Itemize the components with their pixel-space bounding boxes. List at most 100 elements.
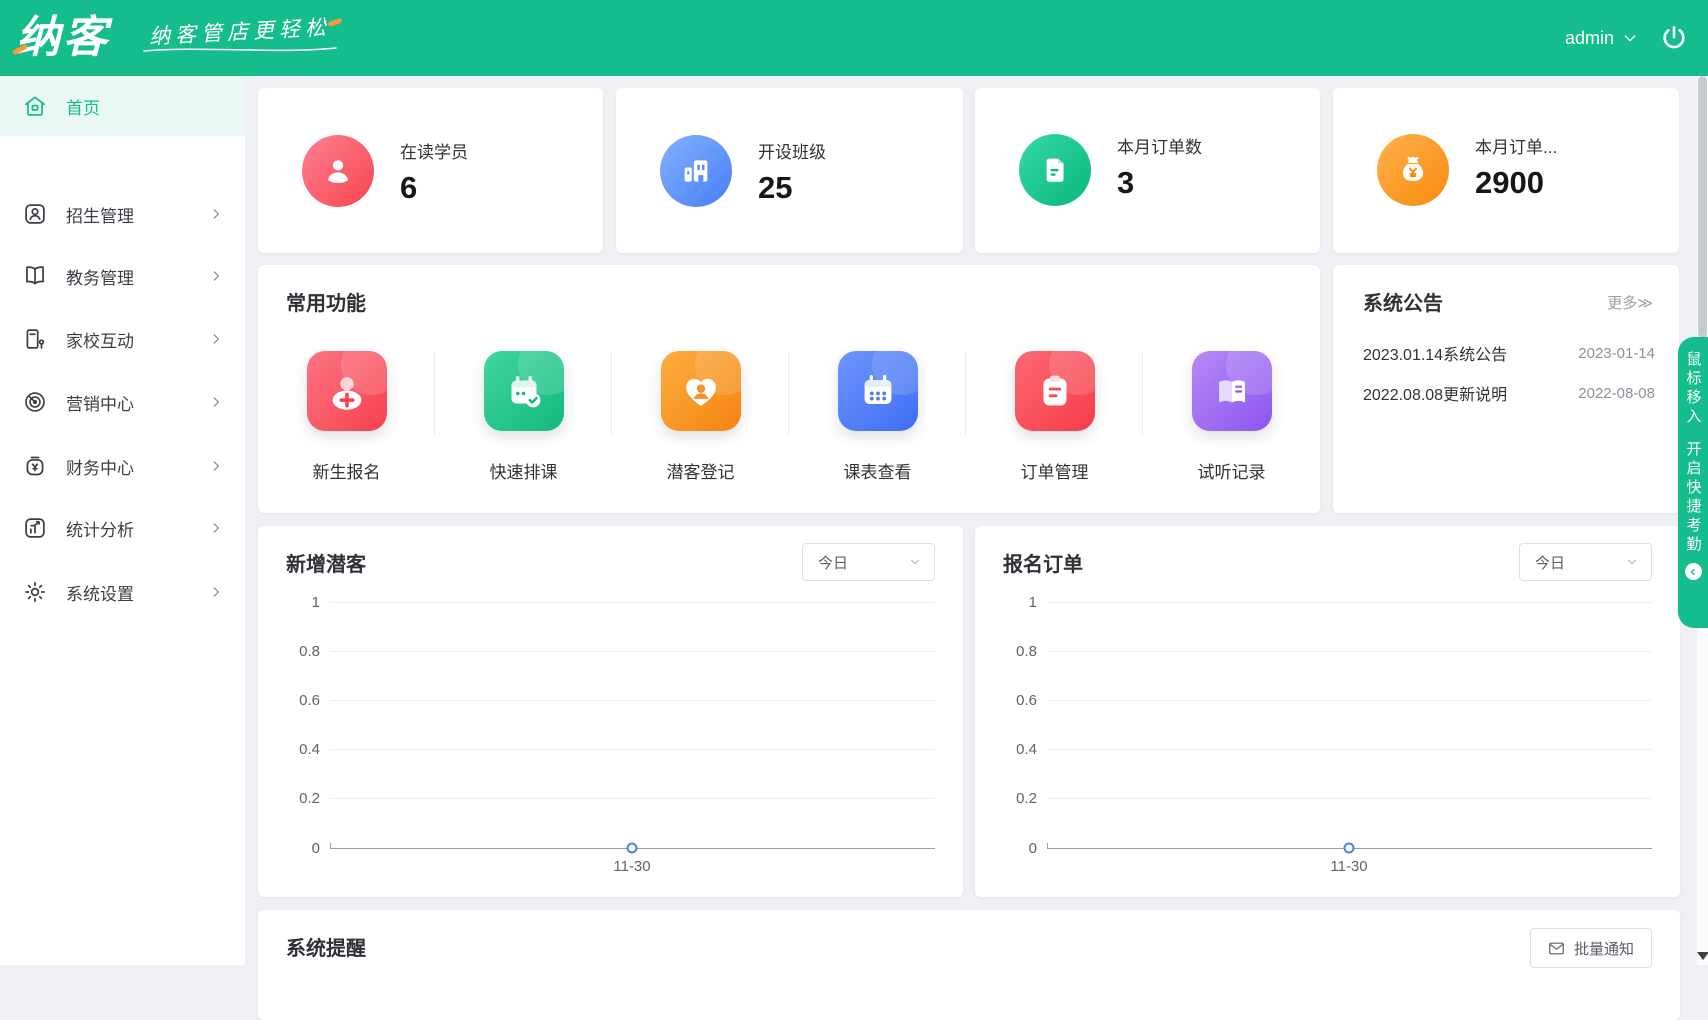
chevron-down-icon — [1624, 35, 1636, 42]
sidebar-item-label: 首页 — [66, 98, 100, 118]
username: admin — [1564, 27, 1614, 48]
chart-card-orders: 报名订单 今日 1 0.8 0.6 0.4 0.2 0 11-30 — [975, 526, 1680, 897]
announcement-item[interactable]: 2023.01.14系统公告 2023-01-14 — [1363, 341, 1655, 365]
announcement-date: 2022-08-08 — [1578, 384, 1655, 402]
chevron-right-icon — [209, 459, 223, 473]
sidebar-item-label: 教务管理 — [66, 268, 134, 288]
y-tick: 0.8 — [299, 643, 320, 660]
gridline — [330, 651, 935, 652]
stat-value: 2900 — [1475, 165, 1544, 200]
chevron-right-icon — [209, 395, 223, 409]
home-icon — [22, 93, 49, 120]
y-tick: 0.6 — [1016, 692, 1037, 709]
sidebar-item-marketing[interactable]: 营销中心 — [0, 374, 245, 430]
money-bag-icon — [1377, 134, 1449, 206]
sidebar-item-statistics[interactable]: 统计分析 — [0, 500, 245, 556]
sidebar-item-home[interactable]: 首页 — [0, 76, 245, 136]
y-tick: 1 — [311, 594, 320, 611]
batch-notify-label: 批量通知 — [1573, 940, 1634, 958]
y-tick: 0.2 — [1016, 790, 1037, 807]
building-icon — [660, 134, 732, 207]
line-chart: 1 0.8 0.6 0.4 0.2 0 11-30 — [258, 526, 963, 897]
sidebar-item-academics[interactable]: 教务管理 — [0, 248, 245, 304]
y-tick: 0.8 — [1016, 643, 1037, 660]
chevron-left-circle-icon[interactable] — [1684, 563, 1702, 580]
func-item-quick-schedule[interactable]: 快速排课 — [435, 351, 612, 483]
announcement-date: 2023-01-14 — [1578, 344, 1655, 362]
sidebar-item-finance[interactable]: 财务中心 — [0, 438, 245, 494]
func-label: 试听记录 — [1197, 463, 1266, 482]
stat-card-classes: 开设班级 25 — [616, 88, 963, 253]
batch-notify-button[interactable]: 批量通知 — [1529, 928, 1652, 968]
stat-value: 6 — [400, 170, 418, 205]
chevron-right-icon — [209, 585, 223, 599]
x-tick: 11-30 — [1330, 858, 1368, 875]
line-chart: 1 0.8 0.6 0.4 0.2 0 11-30 — [975, 526, 1680, 897]
target-icon — [22, 389, 49, 416]
sidebar-item-enrollment[interactable]: 招生管理 — [0, 186, 245, 242]
stat-label: 开设班级 — [758, 143, 826, 162]
announcement-item[interactable]: 2022.08.08更新说明 2022-08-08 — [1363, 381, 1655, 405]
func-item-lead-register[interactable]: 潜客登记 — [612, 351, 789, 483]
clipboard-icon — [1014, 351, 1095, 431]
func-item-trial-record[interactable]: 试听记录 — [1143, 351, 1320, 483]
func-label: 潜客登记 — [666, 463, 735, 482]
more-link[interactable]: 更多≫ — [1607, 292, 1653, 313]
sidebar-item-home-school[interactable]: 家校互动 — [0, 311, 245, 367]
app-header: 纳客 纳客管店更轻松 admin — [0, 0, 1708, 76]
book-icon — [22, 263, 49, 290]
gridline — [330, 798, 935, 799]
power-icon — [1663, 25, 1685, 49]
quick-attendance-tab[interactable]: 鼠标移入 开启快捷考勤 — [1678, 337, 1708, 628]
data-point[interactable] — [626, 842, 638, 854]
money-pot-icon — [22, 453, 49, 480]
func-item-order-manage[interactable]: 订单管理 — [966, 351, 1143, 483]
person-card-icon — [22, 201, 49, 228]
stat-card-orders: 本月订单数 3 — [975, 88, 1320, 253]
gridline — [330, 602, 935, 603]
stat-label: 本月订单数 — [1117, 138, 1202, 157]
data-point[interactable] — [1343, 842, 1355, 854]
logo-text: 纳客 — [16, 13, 110, 62]
quick-functions-card: 常用功能 新生报名 快速排课 潜客登记 课表查看 订单管理 试听记录 — [258, 265, 1320, 513]
gridline — [1047, 602, 1652, 603]
sidebar-item-label: 招生管理 — [66, 206, 134, 226]
y-tick: 0.6 — [299, 692, 320, 709]
heart-user-icon — [660, 351, 741, 431]
reminders-card: 系统提醒 批量通知 — [258, 910, 1680, 1020]
user-menu[interactable]: admin — [1565, 28, 1638, 49]
calendar-grid-icon — [837, 351, 918, 431]
chart-card-new-leads: 新增潜客 今日 1 0.8 0.6 0.4 0.2 0 11-30 — [258, 526, 963, 897]
announcement-title: 2023.01.14系统公告 — [1363, 347, 1508, 364]
gridline — [330, 700, 935, 701]
logout-button[interactable] — [1660, 24, 1688, 52]
gridline — [330, 749, 935, 750]
stat-value: 25 — [758, 170, 793, 205]
y-tick: 0.4 — [1016, 741, 1037, 758]
envelope-icon — [1549, 942, 1564, 954]
scroll-down-arrow-icon[interactable] — [1697, 952, 1708, 960]
document-icon — [1019, 134, 1091, 206]
sidebar-item-label: 系统设置 — [66, 584, 134, 604]
side-tab-text: 鼠标移入 — [1684, 351, 1702, 427]
intercom-icon — [22, 326, 49, 353]
announcements-card: 系统公告 更多≫ 2023.01.14系统公告 2023-01-14 2022.… — [1333, 265, 1679, 513]
sidebar-item-label: 家校互动 — [66, 331, 134, 351]
stat-label: 本月订单... — [1475, 138, 1558, 157]
func-label: 订单管理 — [1020, 463, 1089, 482]
bar-chart-icon — [22, 515, 49, 542]
y-tick: 0 — [1028, 840, 1037, 857]
func-item-new-student[interactable]: 新生报名 — [258, 351, 435, 483]
sidebar: 首页 招生管理 教务管理 家校互动 营销中心 财务中心 统计分析 系统设置 — [0, 76, 245, 965]
announcement-title: 2022.08.08更新说明 — [1363, 387, 1508, 404]
gear-icon — [22, 579, 49, 606]
gridline — [1047, 651, 1652, 652]
sidebar-item-label: 统计分析 — [66, 520, 134, 540]
scrollbar-thumb[interactable] — [1698, 76, 1707, 338]
open-book-icon — [1191, 351, 1272, 431]
y-tick: 0.2 — [299, 790, 320, 807]
chevron-right-icon — [209, 207, 223, 221]
sidebar-item-settings[interactable]: 系统设置 — [0, 564, 245, 620]
func-item-timetable[interactable]: 课表查看 — [789, 351, 966, 483]
y-tick: 0 — [311, 840, 320, 857]
